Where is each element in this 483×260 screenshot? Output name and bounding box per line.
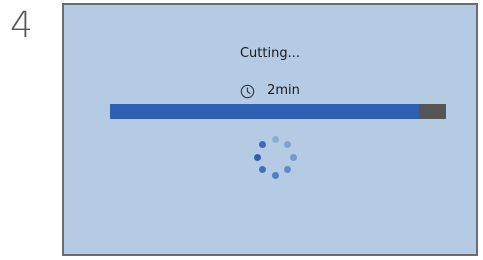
remaining-time-value: 2min [267,83,300,98]
spinner-dot [284,166,292,174]
spinner-dot [289,153,297,161]
loading-spinner-icon [252,134,298,180]
status-text: Cutting... [239,46,300,61]
spinner-dot [284,140,292,148]
progress-bar-fill [110,104,420,119]
spinner-dot [271,135,279,143]
clock-icon [240,84,255,98]
spinner-dot [271,171,279,179]
step-number: 4 [10,5,33,46]
remaining-time: 2min [64,83,476,99]
cutting-status-screen: Cutting... 2min [62,3,478,256]
spinner-dot [258,166,266,174]
spinner-dot [253,153,261,161]
spinner-dot [258,140,266,148]
progress-bar [110,104,446,119]
